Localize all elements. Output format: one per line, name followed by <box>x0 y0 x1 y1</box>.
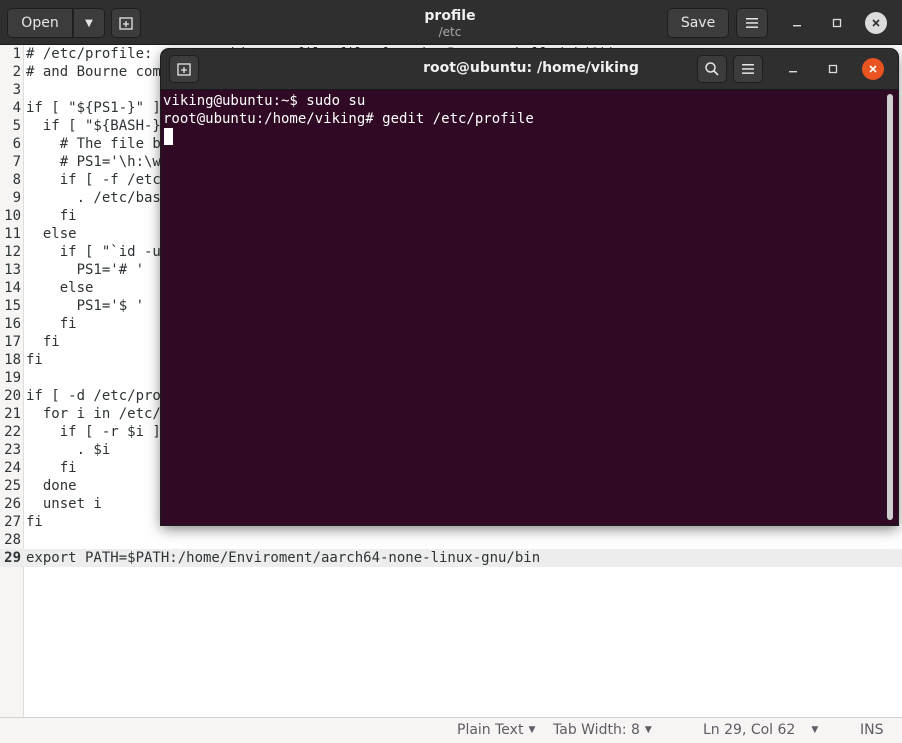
terminal-maximize-button[interactable] <box>822 58 844 80</box>
new-tab-icon <box>177 63 191 76</box>
language-selector[interactable]: Plain Text ▼ <box>457 722 535 738</box>
chevron-down-icon: ▼ <box>644 725 652 735</box>
code-text: fi <box>26 316 77 332</box>
menu-button[interactable] <box>736 8 768 38</box>
new-document-icon <box>119 17 133 30</box>
line-number: 20 <box>4 388 21 404</box>
save-button[interactable]: Save <box>667 8 729 38</box>
terminal-cursor <box>164 128 173 145</box>
editor-line: 28 <box>0 531 902 549</box>
tab-width-selector[interactable]: Tab Width: 8 ▼ <box>553 722 652 738</box>
line-number: 13 <box>4 262 21 278</box>
close-icon <box>869 65 877 73</box>
code-text: . $i <box>26 442 111 458</box>
new-document-button[interactable] <box>111 8 141 38</box>
line-number: 5 <box>12 118 21 134</box>
line-number: 3 <box>12 82 21 98</box>
line-number: 29 <box>4 550 21 566</box>
hamburger-menu-icon <box>746 18 758 28</box>
terminal-scrollbar[interactable] <box>887 94 893 520</box>
line-number: 26 <box>4 496 21 512</box>
line-number: 4 <box>12 100 21 116</box>
line-number: 1 <box>12 46 21 62</box>
line-number: 17 <box>4 334 21 350</box>
hamburger-menu-icon <box>742 64 754 74</box>
code-text: fi <box>26 352 43 368</box>
terminal-output[interactable]: viking@ubuntu:~$ sudo su root@ubuntu:/ho… <box>161 90 898 525</box>
window-title: profile <box>424 8 476 24</box>
line-number: 16 <box>4 316 21 332</box>
line-number: 24 <box>4 460 21 476</box>
chevron-down-icon: ▼ <box>528 725 536 735</box>
editor-line: 29 export PATH=$PATH:/home/Enviroment/aar… <box>0 549 902 567</box>
line-number: 12 <box>4 244 21 260</box>
cursor-position[interactable]: Ln 29, Col 62 ▼ <box>703 722 818 738</box>
code-text: fi <box>26 334 60 350</box>
status-bar: Plain Text ▼ Tab Width: 8 ▼ Ln 29, Col 62 ▼… <box>0 717 902 743</box>
code-text: fi <box>26 460 77 476</box>
insert-mode-indicator[interactable]: INS <box>860 722 884 738</box>
line-number: 9 <box>12 190 21 206</box>
line-number: 6 <box>12 136 21 152</box>
minimize-button[interactable] <box>786 12 808 34</box>
code-text: PS1='$ ' <box>26 298 145 314</box>
close-icon <box>872 19 880 27</box>
maximize-button[interactable] <box>826 12 848 34</box>
chevron-down-icon: ▼ <box>85 17 93 29</box>
minimize-icon <box>789 71 797 73</box>
line-number: 23 <box>4 442 21 458</box>
maximize-icon <box>832 18 842 28</box>
line-number: 2 <box>12 64 21 80</box>
line-number: 10 <box>4 208 21 224</box>
search-button[interactable] <box>697 55 727 83</box>
terminal-header-bar: root@ubuntu: /home/viking <box>161 49 898 90</box>
code-text: else <box>26 280 94 296</box>
new-tab-button[interactable] <box>169 55 199 83</box>
terminal-line: root@ubuntu:/home/viking# gedit /etc/pro… <box>163 111 534 127</box>
code-text: PS1='# ' <box>26 262 145 278</box>
line-number: 18 <box>4 352 21 368</box>
terminal-minimize-button[interactable] <box>782 58 804 80</box>
minimize-icon <box>793 25 801 27</box>
gedit-header-bar: Open ▼ profile /etc Save <box>0 0 902 45</box>
code-text: fi <box>26 514 43 530</box>
code-text: unset i <box>26 496 102 512</box>
language-label: Plain Text <box>457 722 524 738</box>
line-number: 8 <box>12 172 21 188</box>
cursor-position-label: Ln 29, Col 62 <box>703 722 796 738</box>
code-text: done <box>26 478 77 494</box>
code-text: else <box>26 226 77 242</box>
chevron-down-icon: ▼ <box>811 725 819 735</box>
line-number: 22 <box>4 424 21 440</box>
line-number: 21 <box>4 406 21 422</box>
line-number: 28 <box>4 532 21 548</box>
terminal-menu-button[interactable] <box>733 55 763 83</box>
terminal-title: root@ubuntu: /home/viking <box>423 60 639 76</box>
line-number: 19 <box>4 370 21 386</box>
window-subtitle: /etc <box>438 25 462 39</box>
open-button[interactable]: Open <box>7 8 73 38</box>
open-dropdown-button[interactable]: ▼ <box>73 8 105 38</box>
line-number: 25 <box>4 478 21 494</box>
code-text: export PATH=$PATH:/home/Enviroment/aarch… <box>26 550 541 566</box>
code-text: fi <box>26 208 77 224</box>
line-number: 14 <box>4 280 21 296</box>
line-number: 7 <box>12 154 21 170</box>
tab-width-label: Tab Width: 8 <box>553 722 640 738</box>
maximize-icon <box>828 64 838 74</box>
line-number: 15 <box>4 298 21 314</box>
line-number: 27 <box>4 514 21 530</box>
terminal-line: viking@ubuntu:~$ sudo su <box>163 93 366 109</box>
close-button[interactable] <box>865 12 887 34</box>
terminal-window: root@ubuntu: /home/viking viking@ubuntu:… <box>161 49 898 525</box>
search-icon <box>705 62 719 76</box>
line-number: 11 <box>4 226 21 242</box>
terminal-close-button[interactable] <box>862 58 884 80</box>
